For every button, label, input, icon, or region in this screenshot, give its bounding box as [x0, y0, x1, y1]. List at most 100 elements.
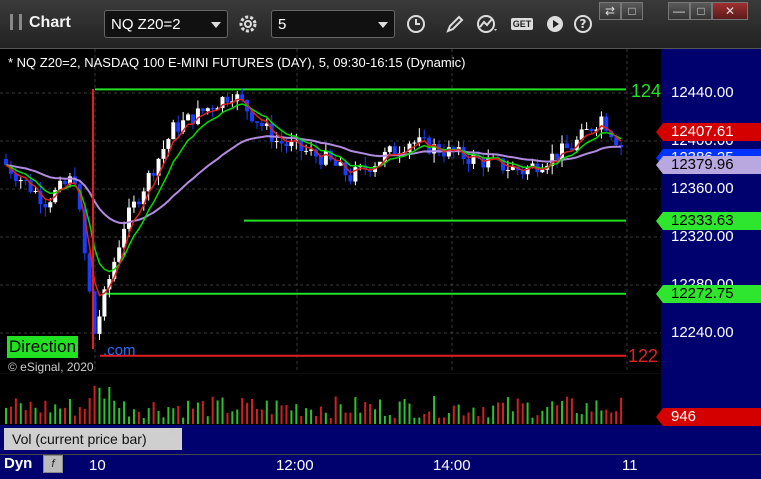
volume-bar [49, 412, 52, 424]
candle-body [441, 153, 446, 157]
volume-bar [428, 411, 431, 424]
volume-bar [196, 402, 199, 424]
maximize-button[interactable]: □ [690, 2, 712, 20]
candle-body [4, 159, 8, 166]
candle-body [195, 108, 200, 125]
volume-bar [157, 410, 160, 424]
price-tag: 12272.75 [656, 284, 761, 303]
volume-bar [39, 412, 42, 424]
f-button[interactable]: f [43, 455, 63, 473]
volume-bar [511, 411, 514, 424]
restore-button[interactable]: ⇄ [599, 2, 621, 20]
volume-bar [14, 398, 17, 424]
volume-bar [585, 403, 588, 424]
volume-tag-value: 946 [671, 408, 697, 425]
volume-bar [103, 398, 106, 424]
volume-bar [472, 407, 475, 424]
settings-gear-icon[interactable] [234, 10, 262, 38]
volume-bar [334, 396, 337, 424]
volume-bar [305, 408, 308, 424]
symbol-field[interactable]: NQ Z20=2 [104, 10, 228, 38]
volume-label[interactable]: Vol (current price bar) [4, 428, 182, 450]
window-icon[interactable]: □ [621, 2, 643, 20]
drag-grip-icon[interactable] [10, 14, 22, 30]
volume-bar [191, 408, 194, 424]
volume-bar [438, 417, 441, 424]
y-tick-label: 12240.00 [671, 324, 734, 341]
pencil-icon[interactable] [441, 10, 469, 38]
volume-bar [595, 400, 598, 424]
volume-bar [275, 400, 278, 424]
volume-bar [221, 397, 224, 424]
candle-body [540, 169, 545, 173]
minimize-button[interactable]: — [668, 2, 690, 20]
volume-bar [83, 408, 86, 424]
volume-bar [34, 407, 37, 424]
volume-bar [113, 400, 116, 424]
volume-bar [285, 405, 288, 424]
price-tag: 12407.61 [656, 122, 761, 141]
candle-body [210, 108, 215, 110]
price-tag: 12379.96 [656, 156, 761, 175]
price-plot[interactable] [0, 49, 661, 373]
candle-body [466, 158, 471, 164]
volume-bar [201, 401, 204, 424]
volume-bar [452, 405, 455, 424]
volume-bar [359, 412, 362, 424]
candle-body [171, 122, 176, 140]
study-icon[interactable] [473, 10, 501, 38]
volume-bar [9, 406, 12, 424]
volume-bar [187, 400, 190, 424]
volume-bar [5, 407, 7, 424]
volume-bar [78, 407, 81, 424]
candle-body [348, 175, 353, 182]
y-tick-label: 12320.00 [671, 228, 734, 245]
candle-body [63, 180, 68, 185]
price-tag-label: 12379.96 [671, 156, 734, 174]
chevron-down-icon[interactable] [378, 22, 388, 28]
play-icon[interactable] [541, 10, 569, 38]
chevron-down-icon[interactable] [211, 22, 221, 28]
candle-body [136, 201, 141, 205]
volume-bar [246, 402, 249, 424]
volume-bar [551, 401, 554, 424]
volume-bar [531, 417, 534, 424]
volume-bar [482, 407, 485, 424]
y-tick-label: 12360.00 [671, 180, 734, 197]
volume-bar [398, 401, 401, 424]
get-data-icon[interactable]: GET [506, 10, 538, 38]
close-icon[interactable]: x [168, 424, 174, 438]
volume-bar [541, 410, 544, 424]
help-icon[interactable]: ? [569, 10, 597, 38]
volume-bar [98, 387, 101, 424]
candle-body [259, 122, 264, 127]
volume-bar [433, 396, 436, 424]
candle-body [304, 150, 309, 152]
candle-body [48, 202, 53, 208]
volume-bar [88, 398, 91, 424]
volume-bar [211, 396, 214, 424]
volume-bar [590, 411, 593, 424]
price-axis[interactable] [661, 49, 761, 454]
time-axis[interactable] [0, 454, 761, 479]
close-button[interactable]: ✕ [712, 2, 748, 20]
volume-bar [64, 407, 67, 424]
volume-bar [216, 400, 219, 424]
dynamic-mode-label[interactable]: Dyn [4, 455, 32, 472]
candle-body [127, 207, 132, 229]
volume-bar [29, 401, 32, 424]
volume-bar [526, 402, 529, 424]
volume-bar [620, 397, 623, 424]
volume-bar [73, 415, 76, 424]
time-label: 14:00 [433, 457, 471, 474]
volume-bar [182, 417, 185, 424]
candle-body [146, 173, 151, 192]
chart-header: * NQ Z20=2, NASDAQ 100 E-MINI FUTURES (D… [8, 55, 466, 70]
volume-bar [467, 412, 470, 424]
interval-field[interactable]: 5 [271, 10, 395, 38]
volume-bar [324, 412, 327, 424]
volume-bar [393, 417, 396, 424]
volume-bar [339, 404, 342, 424]
clock-icon[interactable] [402, 10, 430, 38]
volume-bar [280, 405, 283, 424]
